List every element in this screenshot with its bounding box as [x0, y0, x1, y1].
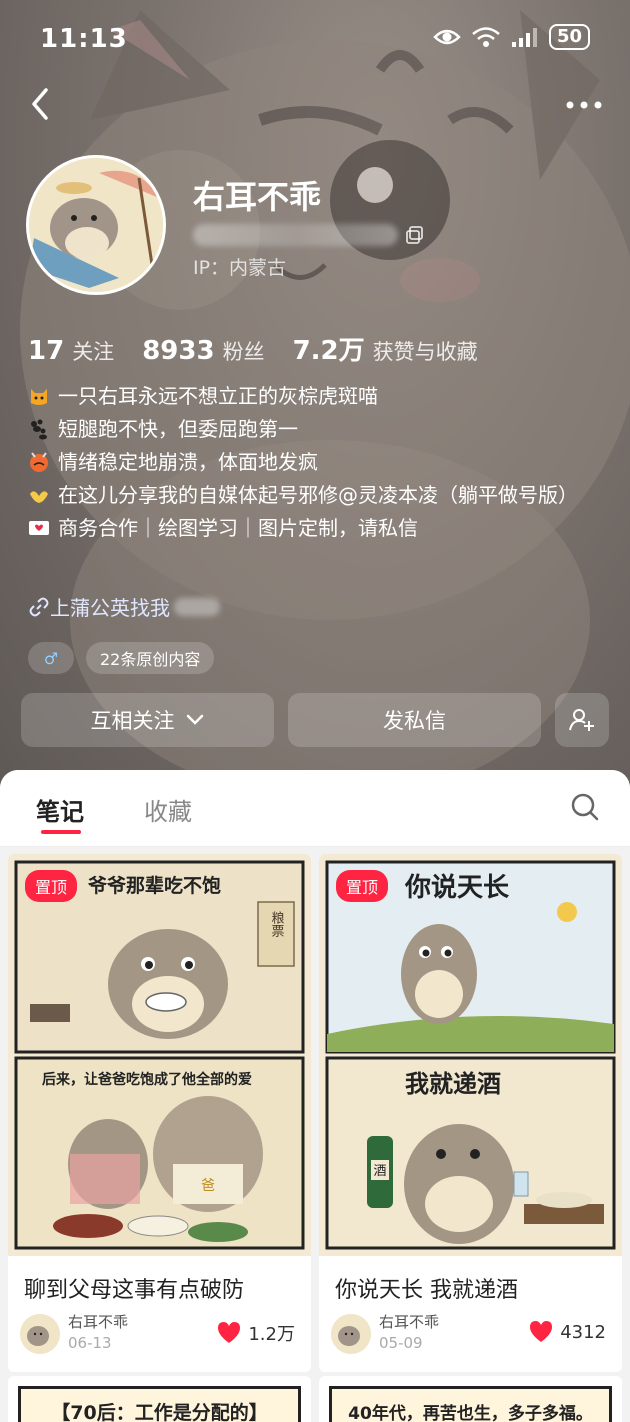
send-message-button[interactable]: 发私信 — [288, 693, 541, 747]
comic-banner: 40年代，再苦也生，多子多福。 — [329, 1386, 612, 1422]
bio-line: 商务合作｜绘图学习｜图片定制，请私信 — [28, 512, 608, 545]
note-title: 你说天长 我就递酒 — [335, 1278, 518, 1303]
like-count-text: 4312 — [560, 1321, 606, 1343]
external-link-text: 上蒲公英找我 — [50, 596, 170, 620]
pinned-badge: 置顶 — [336, 870, 389, 902]
message-button-label: 发私信 — [383, 709, 446, 733]
apron-character: 爸 — [201, 1178, 215, 1194]
profile-avatar[interactable] — [26, 155, 166, 295]
stat-label: 粉丝 — [222, 340, 265, 364]
profile-bio: 一只右耳永远不想立正的灰棕虎斑喵 短腿跑不快，但委屈跑第一 情绪稳定地崩溃，体面… — [28, 380, 608, 545]
content-tabs: 笔记 收藏 — [0, 770, 630, 847]
bio-line: 一只右耳永远不想立正的灰棕虎斑喵 — [28, 380, 608, 413]
heart-icon — [218, 1322, 241, 1343]
comic-banner: 【70后：工作是分配的】 — [18, 1386, 301, 1422]
paw-prints-emoji-icon — [31, 419, 47, 440]
status-icons: 50 — [433, 24, 590, 50]
comic-headline-top: 爷爷那辈吃不饱 — [88, 874, 221, 897]
note-card[interactable]: 40年代，再苦也生，多子多福。 — [319, 1376, 622, 1422]
comic-headline-top: 你说天长 — [404, 873, 510, 903]
bio-text: 一只右耳永远不想立正的灰棕虎斑喵 — [58, 384, 378, 408]
bio-text: 在这儿分享我的自媒体起号邪修@灵凌本凌（躺平做号版） — [58, 483, 578, 507]
bio-line: 短腿跑不快，但委屈跑第一 — [28, 413, 608, 446]
stat-number: 8933 — [142, 336, 215, 366]
stat-following[interactable]: 17 关注 — [28, 336, 114, 366]
bio-text: 情绪稳定地崩溃，体面地发疯 — [58, 450, 318, 474]
search-icon[interactable] — [570, 792, 600, 822]
bio-text: 商务合作｜绘图学习｜图片定制，请私信 — [58, 516, 418, 540]
like-count[interactable]: 1.2万 — [216, 1320, 295, 1346]
link-icon — [29, 597, 49, 616]
redacted-user-id — [193, 224, 398, 246]
ration-note-text: 粮票 — [269, 911, 285, 937]
eye-icon — [433, 29, 461, 45]
status-time: 11:13 — [40, 24, 128, 54]
like-count[interactable]: 4312 — [528, 1320, 606, 1344]
add-friend-button[interactable] — [555, 693, 609, 747]
original-content-tag[interactable]: 22条原创内容 — [86, 642, 215, 674]
copy-icon[interactable] — [404, 224, 426, 246]
signal-icon — [511, 28, 537, 47]
note-title: 聊到父母这事有点破防 — [24, 1278, 245, 1303]
heart-hands-emoji-icon — [30, 491, 48, 503]
bio-line: 在这儿分享我的自媒体起号邪修@灵凌本凌（躺平做号版） — [28, 479, 608, 512]
redacted-link-suffix — [174, 597, 220, 616]
tab-notes[interactable]: 笔记 — [36, 792, 84, 827]
stat-likes-collects[interactable]: 7.2万 获赞与收藏 — [293, 330, 478, 367]
profile-name: 右耳不乖 — [193, 178, 322, 216]
pinned-badge: 置顶 — [25, 870, 78, 902]
profile-actions: 互相关注 发私信 — [21, 693, 611, 747]
comic-headline-bottom: 我就递酒 — [405, 1070, 501, 1098]
love-letter-emoji-icon — [29, 521, 49, 535]
external-link[interactable]: 上蒲公英找我 — [28, 592, 220, 621]
heart-icon — [530, 1321, 553, 1342]
angry-face-emoji-icon — [30, 452, 48, 472]
wifi-icon — [472, 27, 500, 47]
active-tab-indicator — [41, 830, 81, 834]
gender-tag: ♂ — [28, 642, 74, 674]
note-card[interactable]: 你说天长 我就递酒 酒 置顶 你说天长 我就递酒 右耳不乖 05-09 4312 — [319, 854, 622, 1372]
battery-indicator: 50 — [548, 24, 590, 50]
chevron-down-icon — [186, 714, 203, 725]
status-bar: 11:13 50 — [0, 0, 630, 78]
more-options-icon[interactable] — [564, 90, 604, 120]
author-name[interactable]: 右耳不乖 — [379, 1311, 439, 1332]
stat-followers[interactable]: 8933 粉丝 — [142, 336, 264, 366]
profile-tags: ♂ 22条原创内容 — [28, 642, 215, 674]
author-name[interactable]: 右耳不乖 — [68, 1311, 128, 1332]
cat-avatar-illustration — [331, 1314, 371, 1354]
like-count-text: 1.2万 — [248, 1324, 295, 1345]
note-thumbnail-image: 爷爷那辈吃不饱 粮票 后来，让爸爸吃饱成了他全部的爱 爸 — [8, 854, 311, 1256]
add-user-icon — [569, 709, 594, 731]
note-card[interactable]: 【70后：工作是分配的】 — [8, 1376, 311, 1422]
male-symbol-icon: ♂ — [43, 648, 59, 668]
bio-text: 短腿跑不快，但委屈跑第一 — [58, 417, 298, 441]
profile-stats: 17 关注 8933 粉丝 7.2万 获赞与收藏 — [28, 330, 506, 367]
ip-location: IP：内蒙古 — [193, 257, 287, 279]
note-thumbnail-image: 你说天长 我就递酒 酒 — [319, 854, 622, 1256]
tab-collections[interactable]: 收藏 — [144, 792, 192, 827]
back-arrow-icon[interactable] — [26, 84, 56, 124]
top-nav — [0, 80, 630, 130]
cat-face-emoji-icon — [31, 389, 47, 405]
note-date: 06-13 — [68, 1334, 112, 1352]
note-date: 05-09 — [379, 1334, 423, 1352]
author-avatar[interactable] — [331, 1314, 371, 1354]
profile-header: 11:13 50 右耳不乖 IP：内蒙古 17 关注 8933 粉丝 7.2万 … — [0, 0, 630, 790]
author-avatar[interactable] — [20, 1314, 60, 1354]
stat-label: 获赞与收藏 — [372, 340, 478, 364]
cat-avatar-illustration — [20, 1314, 60, 1354]
mutual-follow-button[interactable]: 互相关注 — [21, 693, 274, 747]
bio-line: 情绪稳定地崩溃，体面地发疯 — [28, 446, 608, 479]
stat-label: 关注 — [72, 340, 115, 364]
stat-number: 7.2万 — [292, 336, 365, 366]
cat-avatar-illustration — [29, 158, 163, 292]
stat-number: 17 — [28, 336, 65, 366]
bottle-label-text: 酒 — [373, 1164, 386, 1179]
comic-headline-bottom: 后来，让爸爸吃饱成了他全部的爱 — [42, 1071, 252, 1088]
follow-button-label: 互相关注 — [90, 709, 175, 733]
note-card[interactable]: 爷爷那辈吃不饱 粮票 后来，让爸爸吃饱成了他全部的爱 爸 置顶 聊到父母这事有点… — [8, 854, 311, 1372]
content-panel: 笔记 收藏 爷爷那辈吃不饱 粮票 后来，让爸爸吃饱成了他全部的爱 爸 置顶 聊到… — [0, 770, 630, 1422]
